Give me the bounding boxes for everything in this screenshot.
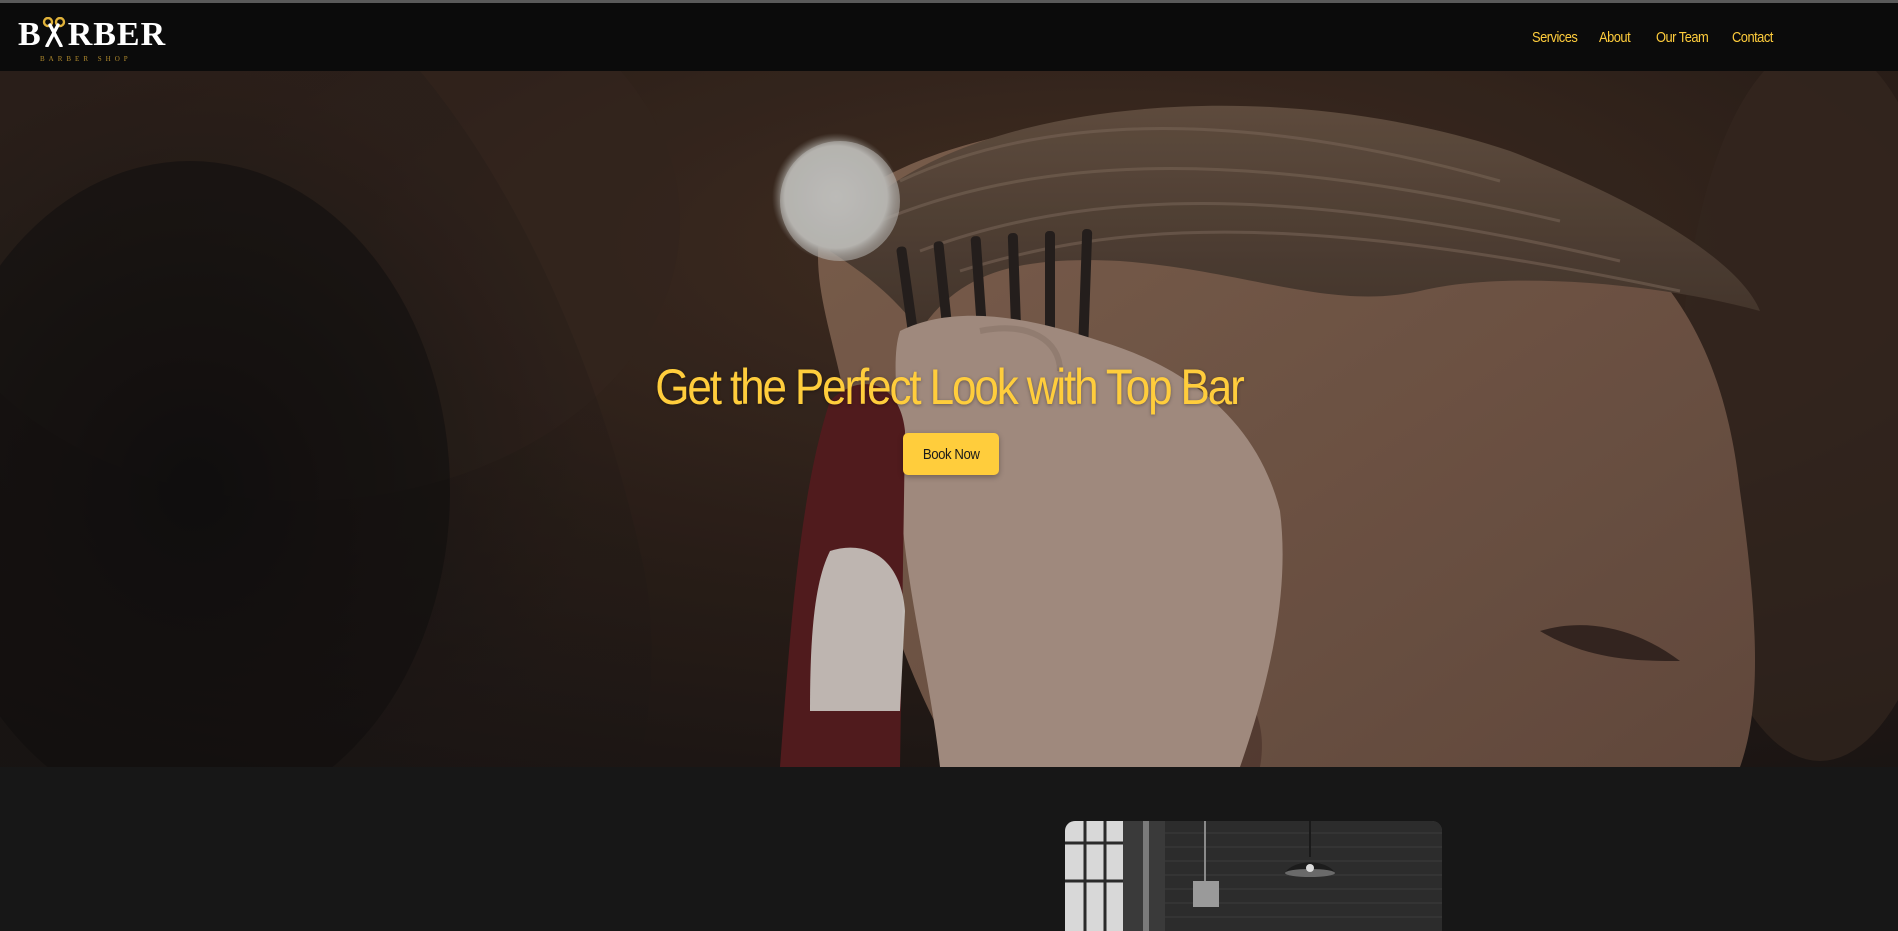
hero-section: Get the Perfect Look with Top Bar Book N… (0, 71, 1898, 767)
hero-overlay (0, 71, 1898, 767)
site-logo[interactable]: B RBER BARBER SHOP (18, 15, 165, 65)
site-header: B RBER BARBER SHOP Services About Our Tea… (0, 3, 1898, 71)
hero-title: Get the Perfect Look with Top Bar (655, 359, 1245, 415)
book-now-button[interactable]: Book Now (903, 433, 999, 475)
book-now-button-label: Book Now (922, 445, 980, 463)
nav-link-services[interactable]: Services (1532, 29, 1578, 46)
logo-wordmark: B RBER (18, 15, 166, 54)
about-image (1065, 821, 1442, 931)
nav-link-contact[interactable]: Contact (1732, 29, 1773, 46)
logo-subtitle: BARBER SHOP (40, 55, 132, 63)
nav-link-about[interactable]: About (1599, 29, 1631, 46)
barbershop-interior-photo (1065, 821, 1442, 931)
about-section (0, 767, 1898, 931)
nav-link-our-team[interactable]: Our Team (1656, 29, 1709, 46)
scissors-icon (42, 16, 68, 56)
